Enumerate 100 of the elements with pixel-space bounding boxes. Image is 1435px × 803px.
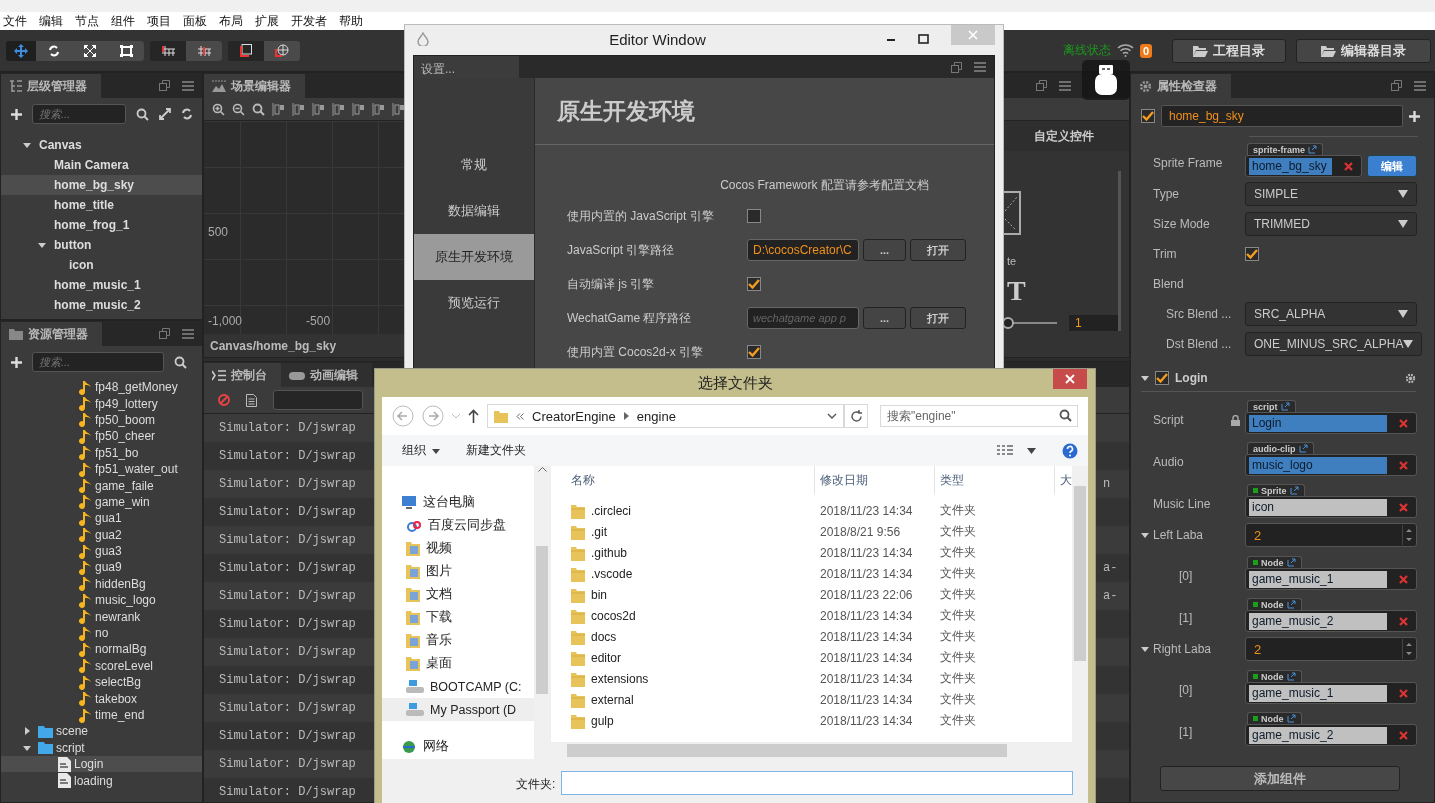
path-field[interactable]: wechatgame app p: [747, 307, 859, 329]
settings-nav-item[interactable]: 常规: [414, 142, 534, 188]
align-icon[interactable]: [352, 102, 365, 116]
dropdown[interactable]: SRC_ALPHA: [1245, 302, 1417, 326]
search-icon[interactable]: [136, 107, 149, 121]
asset-item[interactable]: fp51_water_out: [1, 460, 202, 478]
checkbox[interactable]: [747, 277, 761, 291]
asset-item[interactable]: game_faile: [1, 477, 202, 494]
asset-item[interactable]: gua3: [1, 542, 202, 560]
reference-field[interactable]: game_music_1: [1245, 568, 1417, 590]
close-button[interactable]: [1053, 369, 1087, 389]
panel-tab[interactable]: 资源管理器: [1, 322, 102, 346]
world-space-button[interactable]: [264, 40, 300, 61]
checkbox[interactable]: [1141, 109, 1155, 123]
align-icon[interactable]: [292, 102, 305, 116]
reference-field[interactable]: icon: [1245, 496, 1417, 518]
popout-icon[interactable]: [1036, 80, 1047, 91]
navigation-item[interactable]: 音乐: [382, 629, 534, 652]
path-button[interactable]: ...: [863, 239, 906, 261]
center-button[interactable]: [186, 40, 222, 61]
align-icon[interactable]: [272, 102, 285, 116]
menu-item[interactable]: 组件: [105, 12, 141, 30]
address-bar[interactable]: CreatorEngine engine: [487, 404, 844, 428]
asset-item[interactable]: fp51_bo: [1, 444, 202, 461]
external-link-icon[interactable]: [1286, 672, 1296, 681]
panel-tab[interactable]: 层级管理器: [1, 74, 101, 98]
asset-item[interactable]: music_logo: [1, 592, 202, 609]
settings-icon[interactable]: [1405, 372, 1416, 384]
clear-icon[interactable]: [1399, 460, 1408, 470]
navigation-item[interactable]: 下载: [382, 606, 534, 629]
reference-field[interactable]: home_bg_sky: [1245, 155, 1362, 177]
settings-nav-item[interactable]: 原生开发环境: [414, 234, 534, 280]
number-field[interactable]: 2: [1245, 523, 1417, 547]
menu-item[interactable]: 编辑: [33, 12, 69, 30]
popout-icon[interactable]: [951, 61, 962, 73]
asset-item[interactable]: hiddenBg: [1, 575, 202, 593]
external-link-icon[interactable]: [1298, 444, 1308, 453]
path-segment[interactable]: engine: [636, 408, 676, 424]
menu-item[interactable]: 扩展: [249, 12, 285, 30]
organize-menu[interactable]: 组织: [396, 442, 446, 459]
align-icon[interactable]: [332, 102, 345, 116]
double-chevron-icon[interactable]: [516, 412, 524, 420]
zoom-in-icon[interactable]: [212, 102, 225, 116]
menu-item[interactable]: 文件: [0, 12, 33, 30]
menu-item[interactable]: 布局: [213, 12, 249, 30]
move-tool-button[interactable]: [6, 40, 36, 61]
panel-tab[interactable]: 场景编辑器: [204, 74, 305, 98]
add-icon[interactable]: [11, 108, 22, 120]
rotate-tool-button[interactable]: [36, 40, 72, 61]
clear-icon[interactable]: [1399, 418, 1408, 428]
dropdown-arrow-icon[interactable]: [1027, 447, 1036, 454]
add-icon[interactable]: [1409, 110, 1420, 122]
clear-icon[interactable]: [218, 394, 230, 406]
column-header[interactable]: 大: [1055, 466, 1072, 494]
tree-item[interactable]: home_music_2: [1, 295, 202, 315]
navigation-item[interactable]: 文档: [382, 583, 534, 606]
external-link-icon[interactable]: [1308, 145, 1318, 154]
add-icon[interactable]: [11, 356, 22, 368]
column-header[interactable]: 修改日期: [815, 466, 935, 494]
clear-icon[interactable]: [1399, 502, 1408, 512]
clear-icon[interactable]: [1344, 161, 1353, 171]
reference-field[interactable]: Login: [1245, 412, 1417, 434]
search-field[interactable]: 搜索...: [32, 104, 126, 124]
asset-item[interactable]: scene: [1, 723, 202, 740]
asset-item[interactable]: fp50_cheer: [1, 428, 202, 445]
tree-item[interactable]: Canvas: [1, 135, 202, 155]
chevron-icon[interactable]: [623, 412, 629, 420]
directory-button[interactable]: 工程目录: [1172, 38, 1286, 63]
tree-item[interactable]: button: [1, 235, 202, 255]
tree-item[interactable]: home_music_1: [1, 275, 202, 295]
number-field[interactable]: 2: [1245, 637, 1417, 661]
caret-icon[interactable]: [23, 141, 31, 149]
caret-icon[interactable]: [1141, 531, 1149, 539]
refresh-icon[interactable]: [181, 108, 193, 120]
asset-item[interactable]: selectBg: [1, 674, 202, 691]
maximize-icon[interactable]: [918, 34, 929, 44]
tree-item[interactable]: home_bg_sky: [1, 175, 202, 195]
rect-tool-button[interactable]: [108, 40, 144, 61]
caret-icon[interactable]: [1141, 645, 1149, 653]
menu-icon[interactable]: [1059, 80, 1071, 91]
menu-item[interactable]: 节点: [69, 12, 105, 30]
asset-item[interactable]: no: [1, 624, 202, 642]
external-link-icon[interactable]: [1286, 714, 1296, 723]
column-header[interactable]: 名称: [551, 466, 815, 494]
menu-item[interactable]: 项目: [141, 12, 177, 30]
asset-item[interactable]: time_end: [1, 706, 202, 724]
edit-button[interactable]: 编辑: [1367, 155, 1417, 177]
scrollbar[interactable]: [1072, 466, 1088, 759]
navigation-item[interactable]: BOOTCAMP (C:: [382, 675, 534, 698]
node-name-field[interactable]: home_bg_sky: [1161, 105, 1403, 127]
local-space-button[interactable]: [228, 40, 264, 61]
checkbox[interactable]: [1155, 371, 1169, 385]
menu-item[interactable]: 帮助: [333, 12, 369, 30]
align-icon[interactable]: [372, 102, 385, 116]
scrollbar[interactable]: [534, 466, 550, 759]
navigation-item[interactable]: 桌面: [382, 652, 534, 675]
caret-icon[interactable]: [1141, 374, 1149, 382]
asset-item[interactable]: loading: [1, 772, 202, 789]
refresh-button[interactable]: [844, 404, 868, 428]
reference-field[interactable]: game_music_2: [1245, 610, 1417, 632]
